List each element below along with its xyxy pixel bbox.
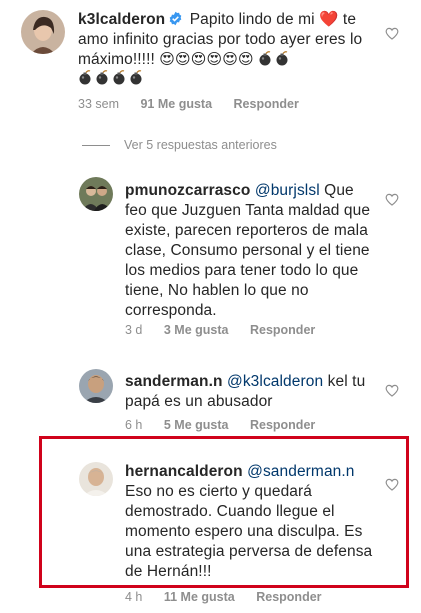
reply-button[interactable]: Responder: [250, 323, 315, 337]
comment-text: Que feo que Juzguen Tanta maldad que exi…: [125, 182, 371, 319]
bomb-icon: [95, 70, 109, 85]
reply-button[interactable]: Responder: [234, 97, 299, 111]
comment-meta: 4 h 11 Me gusta Responder: [125, 590, 340, 604]
likes-count[interactable]: 5 Me gusta: [164, 418, 229, 432]
bomb-icon: [112, 70, 126, 85]
bomb-emojis-row: [78, 69, 379, 89]
likes-count[interactable]: 3 Me gusta: [164, 323, 229, 337]
bomb-icon: [258, 51, 272, 66]
avatar-sanderman[interactable]: [79, 369, 113, 403]
bomb-icon: [129, 70, 143, 85]
comment-body: sanderman.n @k3lcalderon kel tu papá es …: [125, 372, 379, 412]
bomb-icon: [78, 70, 92, 85]
heart-emoji: ❤️: [319, 11, 339, 28]
comment-meta: 3 d 3 Me gusta Responder: [125, 323, 333, 337]
comment-meta: 33 sem 91 Me gusta Responder: [78, 97, 317, 111]
view-replies-label: Ver 5 respuestas anteriores: [124, 138, 277, 152]
heart-eyes-emojis: 😍😍😍😍😍😍: [159, 51, 254, 68]
likes-count[interactable]: 11 Me gusta: [164, 590, 235, 604]
highlight-annotation-box: [39, 436, 409, 588]
comment-body: pmunozcarrasco @burjslsl Que feo que Juz…: [125, 181, 379, 321]
comment-time[interactable]: 4 h: [125, 590, 142, 604]
bomb-emojis: [258, 51, 292, 68]
likes-count[interactable]: 91 Me gusta: [140, 97, 212, 111]
comment-meta: 6 h 5 Me gusta Responder: [125, 418, 333, 432]
comment-body: k3lcalderon Papito lindo de mi ❤️ te amo…: [78, 10, 379, 89]
comment-time[interactable]: 33 sem: [78, 97, 119, 111]
comment-time[interactable]: 6 h: [125, 418, 142, 432]
like-heart-icon[interactable]: [385, 384, 399, 397]
comment-time[interactable]: 3 d: [125, 323, 142, 337]
bomb-icon: [275, 51, 289, 66]
divider-line: [82, 145, 110, 147]
like-heart-icon[interactable]: [385, 27, 399, 40]
view-previous-replies-link[interactable]: Ver 5 respuestas anteriores: [82, 138, 277, 152]
mention-link[interactable]: @k3lcalderon: [227, 373, 323, 390]
avatar-pmunozcarrasco[interactable]: [79, 177, 113, 211]
comment-text: Papito lindo de mi: [189, 11, 320, 28]
verified-badge-icon: [168, 11, 183, 26]
reply-button[interactable]: Responder: [250, 418, 315, 432]
like-heart-icon[interactable]: [385, 193, 399, 206]
username[interactable]: sanderman.n: [125, 373, 223, 390]
reply-button[interactable]: Responder: [256, 590, 321, 604]
username[interactable]: pmunozcarrasco: [125, 182, 250, 199]
avatar-k3lcalderon[interactable]: [21, 10, 65, 54]
mention-link[interactable]: @burjslsl: [255, 182, 320, 199]
username[interactable]: k3lcalderon: [78, 11, 165, 28]
